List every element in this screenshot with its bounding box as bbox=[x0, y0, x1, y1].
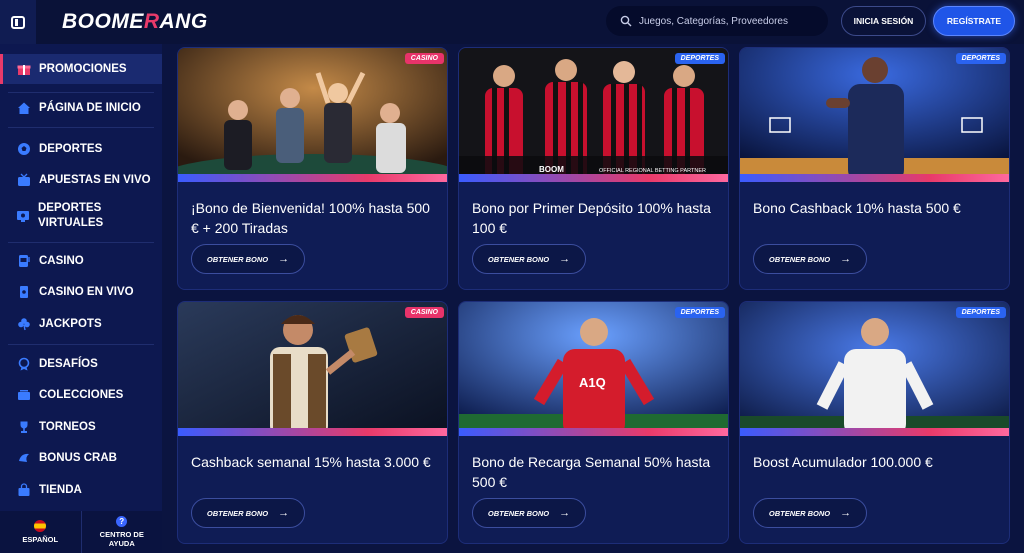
arrow-right-icon: → bbox=[278, 507, 290, 519]
collection-icon bbox=[16, 388, 31, 403]
sidebar-toggle-button[interactable] bbox=[0, 0, 36, 44]
help-icon: ? bbox=[116, 516, 128, 527]
category-badge: DEPORTES bbox=[955, 53, 1006, 64]
arrow-right-icon: → bbox=[559, 253, 571, 265]
get-bonus-button[interactable]: OBTENER BONO → bbox=[753, 498, 867, 528]
clover-icon bbox=[16, 317, 31, 332]
sidebar-divider bbox=[8, 92, 154, 93]
category-badge: DEPORTES bbox=[955, 307, 1006, 318]
sidebar-divider bbox=[8, 242, 154, 243]
register-button[interactable]: REGÍSTRATE bbox=[933, 6, 1015, 36]
search-input[interactable] bbox=[639, 15, 819, 27]
sponsor-text: BOOM bbox=[539, 165, 564, 174]
arrow-right-icon: → bbox=[559, 507, 571, 519]
partner-text: OFFICIAL REGIONAL BETTING PARTNER bbox=[599, 168, 706, 174]
sidebar-item-jackpots[interactable]: JACKPOTS bbox=[0, 312, 162, 336]
sidebar-item-bonus-crab[interactable]: BONUS CRAB bbox=[0, 446, 162, 470]
sidebar-item-tienda[interactable]: TIENDA bbox=[0, 478, 162, 502]
promo-image-basketball-player: DEPORTES bbox=[740, 48, 1009, 182]
boomerang-logo[interactable]: BOOMERANG bbox=[62, 10, 208, 34]
promo-card[interactable]: CASINO Cashback semanal 15% hasta 3.000 … bbox=[177, 301, 448, 544]
card-icon bbox=[16, 285, 31, 300]
category-badge: CASINO bbox=[404, 53, 444, 64]
sidebar-item-promociones[interactable]: PROMOCIONES bbox=[0, 54, 162, 84]
sidebar-toggle-icon bbox=[11, 15, 25, 29]
slot-machine-icon bbox=[16, 254, 31, 269]
shop-icon bbox=[16, 483, 31, 498]
sidebar-item-apuestas-en-vivo[interactable]: APUESTAS EN VIVO bbox=[0, 168, 162, 192]
help-center-button[interactable]: ? CENTRO DE AYUDA bbox=[80, 511, 163, 553]
arrow-right-icon: → bbox=[278, 253, 290, 265]
sidebar-item-deportes[interactable]: DEPORTES bbox=[0, 137, 162, 161]
sidebar-footer: ESPAÑOL ? CENTRO DE AYUDA bbox=[0, 511, 162, 553]
sidebar-item-torneos[interactable]: TORNEOS bbox=[0, 415, 162, 439]
jersey-sponsor-text: A1Q bbox=[579, 375, 606, 390]
search-bar[interactable] bbox=[606, 6, 828, 36]
gift-icon bbox=[16, 62, 31, 77]
sidebar-item-pagina-de-inicio[interactable]: PÁGINA DE INICIO bbox=[0, 96, 162, 120]
sidebar-item-colecciones[interactable]: COLECCIONES bbox=[0, 383, 162, 407]
get-bonus-button[interactable]: OBTENER BONO → bbox=[472, 498, 586, 528]
arrow-right-icon: → bbox=[840, 507, 852, 519]
promo-image-football-team: BOOM OFFICIAL REGIONAL BETTING PARTNER D… bbox=[459, 48, 728, 182]
sidebar-item-casino[interactable]: CASINO bbox=[0, 249, 162, 273]
trophy-icon bbox=[16, 420, 31, 435]
promo-image-celebrating-player: DEPORTES bbox=[740, 302, 1009, 436]
get-bonus-button[interactable]: OBTENER BONO → bbox=[191, 498, 305, 528]
category-badge: DEPORTES bbox=[674, 53, 725, 64]
spain-flag-icon bbox=[34, 520, 47, 532]
search-icon bbox=[620, 15, 632, 27]
promo-title: Bono por Primer Depósito 100% hasta 100 … bbox=[472, 200, 711, 236]
login-button[interactable]: INICIA SESIÓN bbox=[841, 6, 926, 36]
promo-card[interactable]: CASINO ¡Bono de Bienvenida! 100% hasta 5… bbox=[177, 47, 448, 290]
promo-image-casino-players: CASINO bbox=[178, 48, 447, 182]
soccer-ball-icon bbox=[16, 142, 31, 157]
sidebar-item-deportes-virtuales[interactable]: DEPORTES VIRTUALES bbox=[0, 200, 140, 232]
promo-title: Bono de Recarga Semanal 50% hasta 500 € bbox=[472, 454, 711, 490]
promo-title: ¡Bono de Bienvenida! 100% hasta 500 € + … bbox=[191, 200, 430, 236]
promo-title: Cashback semanal 15% hasta 3.000 € bbox=[191, 454, 431, 470]
promo-title: Boost Acumulador 100.000 € bbox=[753, 454, 933, 470]
get-bonus-button[interactable]: OBTENER BONO → bbox=[191, 244, 305, 274]
sidebar-divider bbox=[8, 127, 154, 128]
get-bonus-button[interactable]: OBTENER BONO → bbox=[753, 244, 867, 274]
sidebar-divider bbox=[8, 344, 154, 345]
get-bonus-button[interactable]: OBTENER BONO → bbox=[472, 244, 586, 274]
language-selector[interactable]: ESPAÑOL bbox=[0, 511, 81, 553]
virtual-sports-icon bbox=[16, 209, 30, 224]
promo-card[interactable]: BOOM OFFICIAL REGIONAL BETTING PARTNER D… bbox=[458, 47, 729, 290]
home-icon bbox=[16, 101, 31, 116]
live-tv-icon bbox=[16, 173, 31, 188]
promo-title: Bono Cashback 10% hasta 500 € bbox=[753, 200, 961, 216]
promo-image-explorer: CASINO bbox=[178, 302, 447, 436]
sidebar-item-desafios[interactable]: DESAFÍOS bbox=[0, 352, 162, 376]
arrow-right-icon: → bbox=[840, 253, 852, 265]
promo-card[interactable]: A1Q DEPORTES Bono de Recarga Semanal 50%… bbox=[458, 301, 729, 544]
sidebar-item-casino-en-vivo[interactable]: CASINO EN VIVO bbox=[0, 280, 162, 304]
promo-card[interactable]: DEPORTES Boost Acumulador 100.000 € OBTE… bbox=[739, 301, 1010, 544]
promo-image-football-player: A1Q DEPORTES bbox=[459, 302, 728, 436]
medal-icon bbox=[16, 357, 31, 372]
category-badge: DEPORTES bbox=[674, 307, 725, 318]
promo-card[interactable]: DEPORTES Bono Cashback 10% hasta 500 € O… bbox=[739, 47, 1010, 290]
category-badge: CASINO bbox=[404, 307, 444, 318]
crab-icon bbox=[16, 451, 31, 466]
sidebar: PROMOCIONES PÁGINA DE INICIO DEPORTES AP… bbox=[0, 44, 162, 553]
